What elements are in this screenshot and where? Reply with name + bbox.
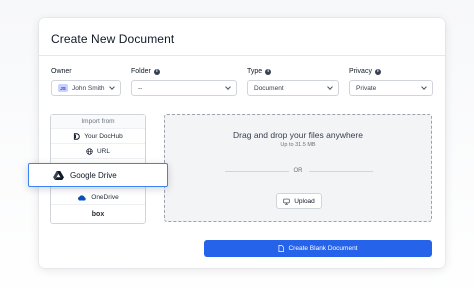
type-select[interactable]: Document <box>247 80 339 96</box>
dialog-title: Create New Document <box>51 32 175 46</box>
import-item-url[interactable]: URL <box>51 145 145 159</box>
import-item-label: Your DocHub <box>84 133 123 140</box>
chevron-down-icon <box>109 84 115 90</box>
privacy-select[interactable]: Private <box>349 80 433 96</box>
upload-label: Upload <box>294 197 315 205</box>
owner-value: John Smith <box>72 84 105 92</box>
google-drive-icon <box>53 170 64 180</box>
import-item-onedrive[interactable]: OneDrive <box>51 191 145 205</box>
avatar: JS <box>58 84 68 92</box>
type-label: Type i <box>247 68 272 75</box>
create-blank-document-button[interactable]: Create Blank Document <box>204 240 432 257</box>
import-header: Import from <box>51 115 145 129</box>
info-icon[interactable]: i <box>265 68 272 75</box>
import-item-dochub[interactable]: Your DocHub <box>51 130 145 144</box>
privacy-label-text: Privacy <box>349 68 372 75</box>
box-logo: box <box>91 210 105 218</box>
owner-label-text: Owner <box>51 68 72 75</box>
create-document-dialog: Create New Document Owner JS John Smith … <box>39 18 445 268</box>
chevron-down-icon <box>225 84 231 90</box>
dropzone-size-limit: Up to 31.5 MB <box>280 142 316 148</box>
google-drive-label: Google Drive <box>70 170 117 180</box>
chevron-down-icon <box>421 84 427 90</box>
upload-button[interactable]: Upload <box>276 193 322 209</box>
document-icon <box>278 245 285 252</box>
upload-icon <box>283 198 290 205</box>
onedrive-icon <box>77 194 87 201</box>
dochub-icon <box>73 133 81 140</box>
import-item-box[interactable]: box <box>51 207 145 221</box>
owner-label: Owner <box>51 68 72 75</box>
file-dropzone[interactable]: Drag and drop your files anywhere Up to … <box>164 114 432 222</box>
google-drive-option-highlighted[interactable]: Google Drive <box>28 163 168 187</box>
folder-label-text: Folder <box>131 68 151 75</box>
info-icon[interactable]: i <box>153 68 160 75</box>
globe-icon <box>86 148 93 155</box>
chevron-down-icon <box>327 84 333 90</box>
folder-label: Folder i <box>131 68 160 75</box>
header-divider <box>39 55 445 56</box>
privacy-value: Private <box>356 84 377 92</box>
import-item-label: OneDrive <box>91 194 119 201</box>
import-item-label: URL <box>96 148 110 155</box>
create-button-label: Create Blank Document <box>288 245 358 252</box>
owner-select[interactable]: JS John Smith <box>51 80 121 96</box>
folder-select[interactable]: -- <box>131 80 237 96</box>
type-value: Document <box>254 84 284 92</box>
folder-value: -- <box>138 84 143 92</box>
privacy-label: Privacy i <box>349 68 381 75</box>
info-icon[interactable]: i <box>374 68 381 75</box>
or-text: OR <box>293 168 303 174</box>
or-divider-right <box>309 171 373 172</box>
dropzone-title: Drag and drop your files anywhere <box>233 130 363 140</box>
type-label-text: Type <box>247 68 263 75</box>
